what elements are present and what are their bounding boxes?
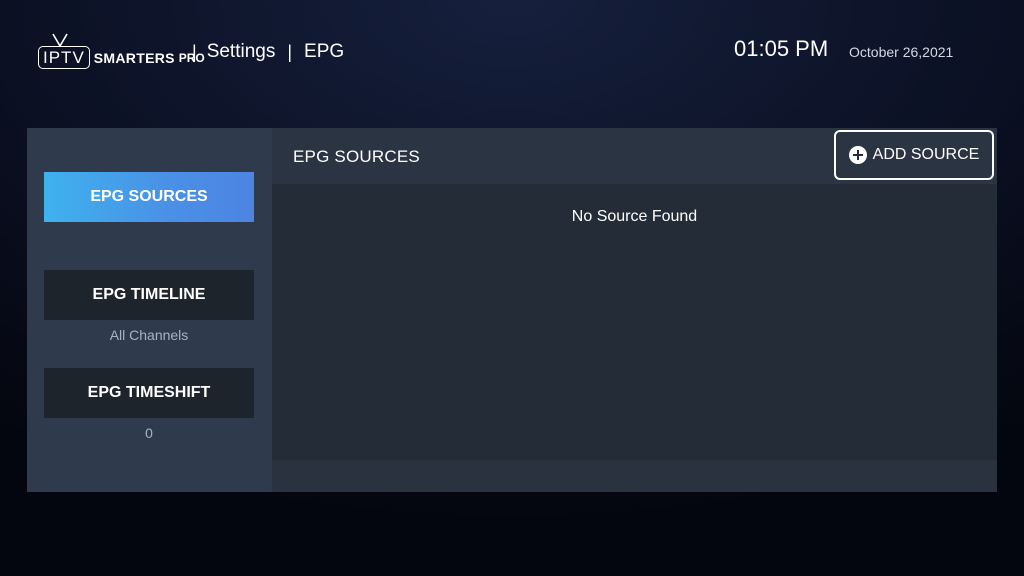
clock-date: October 26,2021 xyxy=(849,44,954,60)
sidebar-item-epg-timeshift[interactable]: EPG TIMESHIFT xyxy=(44,368,254,418)
breadcrumb-separator: | xyxy=(192,41,197,62)
epg-sidebar: EPG SOURCES EPG TIMELINE All Channels EP… xyxy=(27,128,272,492)
sidebar-item-label: EPG TIMESHIFT xyxy=(87,384,211,401)
breadcrumb-separator: | xyxy=(287,41,293,62)
epg-timeline-value: All Channels xyxy=(109,327,189,343)
epg-settings-panel: EPG SOURCES EPG TIMELINE All Channels EP… xyxy=(27,128,997,492)
breadcrumb: | Settings | EPG xyxy=(192,41,344,63)
tv-antenna-icon xyxy=(52,33,68,47)
add-source-label: ADD SOURCE xyxy=(872,146,980,163)
content-footer xyxy=(272,460,997,492)
content-title: EPG SOURCES xyxy=(293,147,420,166)
app-header: IPTV SMARTERS PRO | Settings | EPG 01:05… xyxy=(0,0,1024,110)
sidebar-item-label: EPG SOURCES xyxy=(90,188,208,205)
app-logo: IPTV SMARTERS PRO xyxy=(38,26,205,72)
clock-time: 01:05 PM xyxy=(734,36,829,61)
logo-smarters-text: SMARTERS xyxy=(93,50,175,66)
content-header: EPG SOURCES ADD SOURCE xyxy=(272,128,997,184)
breadcrumb-epg: EPG xyxy=(304,41,345,62)
epg-sources-content: EPG SOURCES ADD SOURCE No Source Found xyxy=(272,128,997,492)
sidebar-item-label: EPG TIMELINE xyxy=(92,286,206,303)
logo-iptv-label: IPTV xyxy=(43,48,85,67)
sidebar-item-epg-sources[interactable]: EPG SOURCES xyxy=(44,172,254,222)
logo-iptv-text: IPTV xyxy=(38,33,90,69)
epg-timeshift-value: 0 xyxy=(145,425,153,441)
breadcrumb-settings: Settings xyxy=(206,41,276,62)
add-source-button[interactable]: ADD SOURCE xyxy=(834,130,994,180)
sidebar-item-epg-timeline[interactable]: EPG TIMELINE xyxy=(44,270,254,320)
plus-circle-icon xyxy=(848,146,867,164)
empty-state-message: No Source Found xyxy=(571,208,698,225)
